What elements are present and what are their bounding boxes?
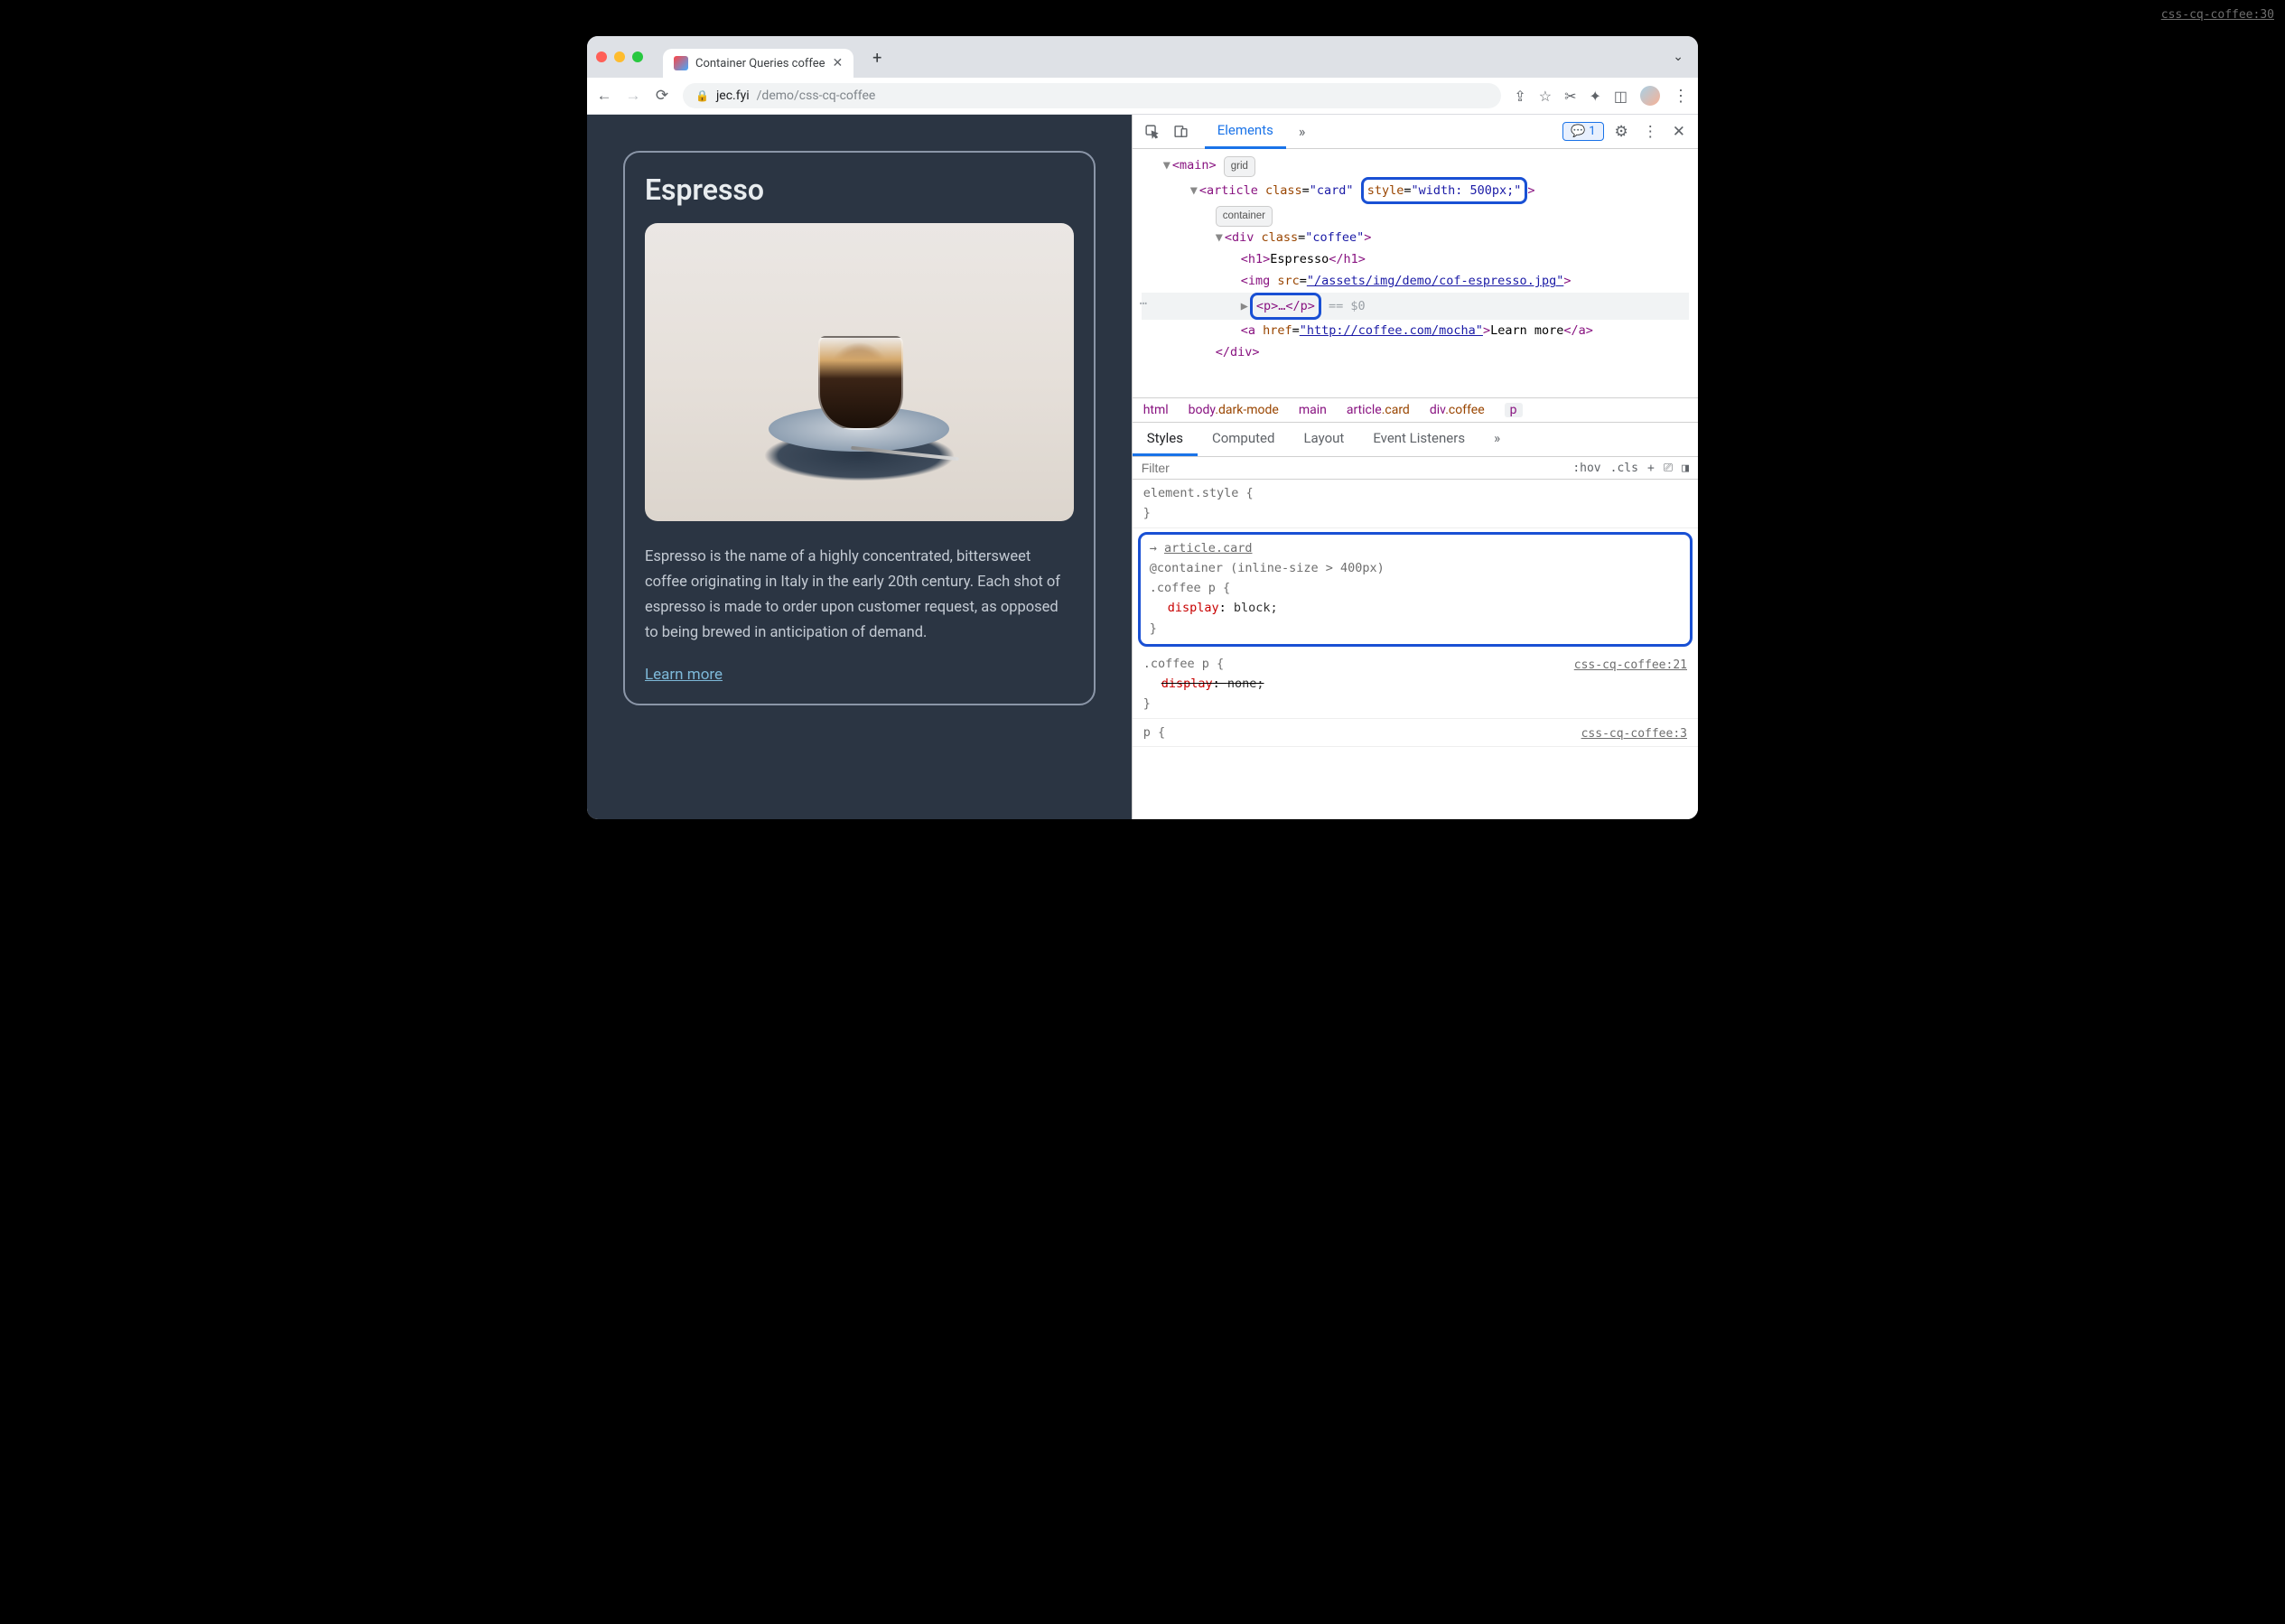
inspect-element-icon[interactable] — [1142, 121, 1163, 143]
favicon-icon — [674, 56, 688, 70]
add-rule-icon[interactable]: + — [1647, 462, 1655, 475]
dom-breadcrumb: html body.dark-mode main article.card di… — [1133, 397, 1698, 423]
url-bar: ← → ⟳ 🔒 jec.fyi/demo/css-cq-coffee ⇪ ☆ ✂… — [587, 78, 1698, 115]
content-split: Espresso Espresso is the name of a highl… — [587, 115, 1698, 819]
crumb-main[interactable]: main — [1299, 403, 1327, 417]
devtools-toolbar: Elements » 💬 1 ⚙ ⋮ ✕ — [1133, 115, 1698, 149]
dom-div-close[interactable]: </div> — [1142, 341, 1689, 363]
tab-styles[interactable]: Styles — [1133, 423, 1198, 456]
url-actions: ⇪ ☆ ✂ ✦ ◫ ⋮ — [1514, 86, 1689, 106]
toggle-sidebar-icon[interactable]: ◨ — [1682, 462, 1689, 475]
rule-element-style[interactable]: element.style { } — [1133, 480, 1698, 528]
crumb-p[interactable]: p — [1505, 403, 1523, 417]
profile-avatar[interactable] — [1640, 86, 1660, 106]
scissors-icon[interactable]: ✂ — [1564, 88, 1576, 105]
dom-a[interactable]: <a href="http://coffee.com/mocha">Learn … — [1142, 320, 1689, 341]
tab-event-listeners[interactable]: Event Listeners — [1358, 423, 1479, 456]
dom-article-badge[interactable]: container — [1142, 204, 1689, 227]
card-title: Espresso — [645, 173, 1074, 207]
devtools-menu-icon[interactable]: ⋮ — [1639, 123, 1662, 141]
lock-icon[interactable]: 🔒 — [695, 89, 709, 102]
styles-tabs: Styles Computed Layout Event Listeners » — [1133, 423, 1698, 457]
tab-layout[interactable]: Layout — [1289, 423, 1358, 456]
coffee-image — [645, 223, 1074, 521]
styles-rules[interactable]: element.style { } css-cq-coffee:30 → art… — [1133, 480, 1698, 819]
computed-sidebar-icon[interactable]: ⎚ — [1664, 462, 1673, 475]
dom-p-selected[interactable]: ▶<p>…</p> == $0 — [1142, 293, 1689, 320]
rule-container-query[interactable]: css-cq-coffee:30 → article.card @contain… — [1138, 532, 1693, 647]
dom-img[interactable]: <img src="/assets/img/demo/cof-espresso.… — [1142, 270, 1689, 292]
minimize-window-icon[interactable] — [614, 51, 625, 62]
tab-computed[interactable]: Computed — [1198, 423, 1290, 456]
browser-tab[interactable]: Container Queries coffee ✕ — [663, 49, 853, 78]
rule-coffee-p[interactable]: css-cq-coffee:21 .coffee p { display: no… — [1133, 650, 1698, 719]
traffic-lights — [596, 51, 643, 62]
devtools-panel: Elements » 💬 1 ⚙ ⋮ ✕ ▼<main> grid ▼<arti… — [1132, 115, 1698, 819]
rendered-page: Espresso Espresso is the name of a highl… — [587, 115, 1132, 819]
crumb-body[interactable]: body.dark-mode — [1189, 403, 1279, 417]
address-bar[interactable]: 🔒 jec.fyi/demo/css-cq-coffee — [683, 83, 1501, 108]
close-window-icon[interactable] — [596, 51, 607, 62]
forward-button: → — [625, 87, 641, 105]
dom-article[interactable]: ▼<article class="card" style="width: 500… — [1142, 177, 1689, 204]
device-toolbar-icon[interactable] — [1170, 121, 1192, 143]
styles-tabs-more-icon[interactable]: » — [1479, 423, 1515, 456]
close-tab-icon[interactable]: ✕ — [833, 56, 844, 70]
learn-more-link[interactable]: Learn more — [645, 666, 723, 684]
espresso-cup-icon — [809, 336, 909, 435]
tabs-more-icon[interactable]: » — [1293, 123, 1311, 140]
card-description: Espresso is the name of a highly concent… — [645, 545, 1074, 646]
settings-icon[interactable]: ⚙ — [1611, 123, 1632, 141]
bookmark-icon[interactable]: ☆ — [1539, 88, 1552, 105]
dom-main[interactable]: ▼<main> grid — [1142, 154, 1689, 177]
new-tab-button[interactable]: + — [864, 45, 890, 70]
styles-filter-row: :hov .cls + ⎚ ◨ — [1133, 457, 1698, 480]
tab-title: Container Queries coffee — [695, 57, 825, 70]
back-button[interactable]: ← — [596, 87, 612, 105]
fullscreen-window-icon[interactable] — [632, 51, 643, 62]
rule-source-link[interactable]: css-cq-coffee:21 — [1574, 656, 1687, 675]
titlebar: Container Queries coffee ✕ + ⌄ — [587, 36, 1698, 78]
browser-window: Container Queries coffee ✕ + ⌄ ← → ⟳ 🔒 j… — [587, 36, 1698, 819]
crumb-html[interactable]: html — [1143, 403, 1169, 417]
extensions-icon[interactable]: ✦ — [1589, 88, 1600, 105]
styles-filter-input[interactable] — [1142, 461, 1564, 475]
card: Espresso Espresso is the name of a highl… — [623, 151, 1096, 705]
highlight-p: <p>…</p> — [1250, 293, 1321, 320]
crumb-div[interactable]: div.coffee — [1430, 403, 1485, 417]
crumb-article[interactable]: article.card — [1347, 403, 1410, 417]
highlight-style-attr: style="width: 500px;" — [1361, 177, 1528, 204]
tabs-overflow-icon[interactable]: ⌄ — [1673, 50, 1683, 64]
cls-toggle[interactable]: .cls — [1610, 462, 1638, 475]
url-host: jec.fyi — [716, 89, 750, 103]
reading-list-icon[interactable]: ◫ — [1614, 88, 1627, 105]
issues-button[interactable]: 💬 1 — [1562, 122, 1604, 141]
hov-toggle[interactable]: :hov — [1572, 462, 1600, 475]
reload-button[interactable]: ⟳ — [654, 87, 670, 105]
tab-elements[interactable]: Elements — [1205, 114, 1286, 149]
devtools-tabs: Elements — [1205, 114, 1286, 149]
share-icon[interactable]: ⇪ — [1514, 88, 1525, 105]
rule-source-link[interactable]: css-cq-coffee:3 — [1581, 724, 1687, 743]
issues-count: 1 — [1589, 125, 1595, 138]
browser-menu-icon[interactable]: ⋮ — [1673, 87, 1689, 106]
close-devtools-icon[interactable]: ✕ — [1669, 123, 1689, 141]
url-path: /demo/css-cq-coffee — [757, 89, 876, 103]
elements-tree[interactable]: ▼<main> grid ▼<article class="card" styl… — [1133, 149, 1698, 397]
dom-div[interactable]: ▼<div class="coffee"> — [1142, 227, 1689, 248]
rule-p[interactable]: css-cq-coffee:3 p { — [1133, 719, 1698, 747]
dom-h1[interactable]: <h1>Espresso</h1> — [1142, 248, 1689, 270]
issues-icon: 💬 — [1571, 125, 1585, 138]
